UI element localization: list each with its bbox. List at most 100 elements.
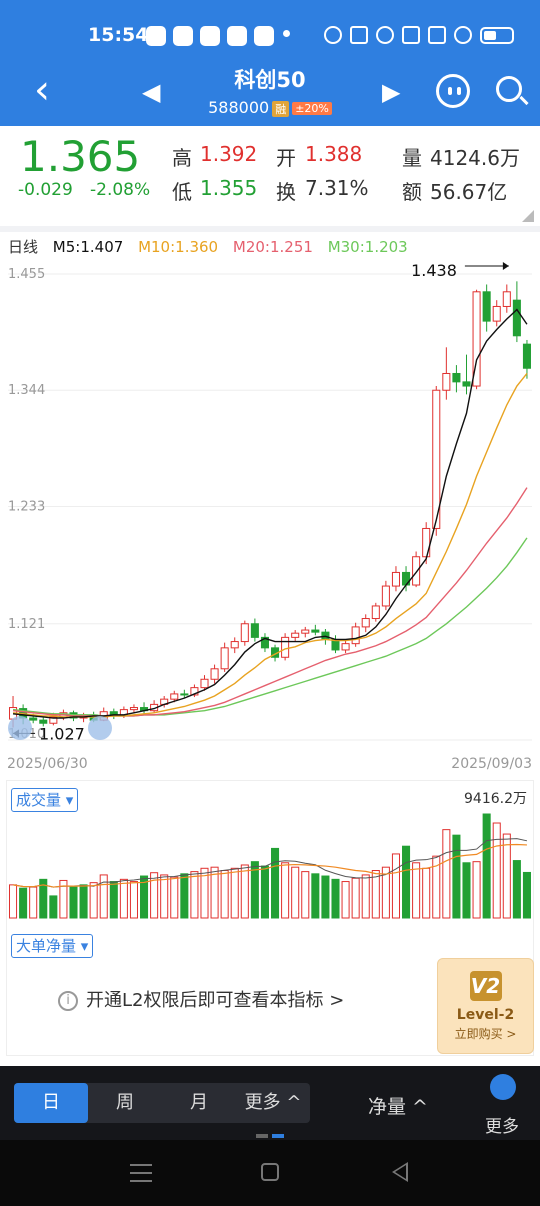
volume-bar-up — [281, 862, 290, 919]
tab-week[interactable]: 周 — [88, 1083, 162, 1123]
volume-bar-down — [402, 845, 411, 919]
level2-buy-link[interactable]: 立即购买 > — [438, 1025, 533, 1042]
turnover-value: 7.31% — [305, 176, 369, 200]
kline-svg[interactable]: 1.4551.3441.2331.1211.0101.4381.027 — [0, 258, 540, 778]
more-menu-button[interactable] — [436, 74, 470, 108]
open-label: 开 — [276, 146, 296, 170]
y-tick-label: 1.455 — [8, 267, 45, 282]
volume-bar-up — [442, 829, 451, 919]
volume-bar-down — [69, 886, 78, 919]
l2-notice[interactable]: i 开通L2权限后即可查看本指标 > — [58, 986, 344, 1012]
volume-bar-up — [99, 874, 108, 919]
volume-bar-up — [220, 870, 229, 919]
candle-down — [402, 571, 411, 586]
system-icons — [324, 26, 514, 44]
y-tick-label: 1.344 — [8, 383, 45, 398]
volume-bar-down — [462, 862, 471, 919]
candle-down — [522, 343, 531, 369]
amount-value: 56.67亿 — [430, 180, 508, 204]
more-button[interactable]: 更多 — [485, 1112, 519, 1137]
candle-down — [39, 719, 48, 724]
title-bar: ‹ ◀ 科创50 588000 融 ±20% ▶ — [0, 60, 540, 126]
volume-bar-down — [331, 878, 340, 919]
high-arrow-head — [502, 262, 509, 270]
ma10-label: M10:1.360 — [138, 238, 219, 256]
volume-bar-up — [119, 878, 128, 919]
volume-bar-down — [19, 887, 28, 919]
bottom-toolbar: 日 周 月 更多 ^ 净量 ^ 更多 — [0, 1066, 540, 1140]
volume-bar-up — [89, 882, 98, 919]
volume-bar-down — [180, 873, 189, 919]
ma-legend[interactable]: 日线 M5:1.407 M10:1.360 M20:1.251 M30:1.20… — [8, 236, 418, 257]
alarm-icon — [324, 26, 342, 44]
margin-tag: 融 — [272, 100, 290, 117]
quote-panel[interactable]: 1.365 -0.029 -2.08% 高 1.392 低 1.355 开 1.… — [0, 126, 540, 226]
candle-down — [311, 629, 320, 633]
volume-max-label: 9416.2万 — [464, 791, 527, 807]
candle-down — [250, 623, 259, 638]
volume-bar-up — [170, 876, 179, 919]
volume-bar-up — [291, 866, 300, 919]
scroll-right-handle — [88, 716, 112, 740]
wechat-icon — [227, 26, 247, 46]
candle-down — [29, 717, 38, 721]
status-time: 15:54 — [88, 24, 149, 46]
search-button[interactable] — [496, 76, 522, 102]
volume-value: 4124.6万 — [430, 146, 520, 170]
volume-bar-up — [9, 884, 18, 919]
section-divider — [0, 226, 540, 232]
candle-down — [462, 381, 471, 387]
period-label: 日线 — [8, 238, 39, 256]
candle-up — [502, 291, 511, 307]
candle-up — [291, 632, 300, 638]
volume-indicator-button[interactable]: 成交量 ▾ — [11, 788, 79, 812]
volume-bar-down — [321, 875, 330, 919]
volume-bar-up — [351, 877, 360, 919]
candle-up — [341, 643, 350, 651]
level2-purchase-badge[interactable]: V2 Level-2 立即购买 > — [437, 958, 534, 1054]
high-value: 1.392 — [200, 142, 258, 166]
home-icon[interactable] — [261, 1163, 279, 1181]
volume-bar-up — [361, 874, 370, 919]
volume-bar-down — [271, 847, 280, 919]
netvol-button[interactable]: 净量 ^ — [368, 1092, 428, 1119]
volume-bar-up — [391, 853, 400, 919]
limit-tag: ±20% — [292, 102, 332, 115]
v2-logo-icon: V2 — [469, 971, 502, 1001]
tab-more[interactable]: 更多 ^ — [236, 1083, 310, 1123]
kline-chart[interactable]: 1.4551.3441.2331.1211.0101.4381.027 — [0, 258, 540, 778]
volume-chart[interactable] — [0, 812, 540, 920]
start-date-label: 2025/06/30 — [7, 756, 88, 772]
hd-icon — [402, 26, 420, 44]
candle-up — [391, 571, 400, 587]
volume-bar-up — [412, 862, 421, 919]
amount-label: 额 — [402, 180, 422, 204]
page-dot-active — [272, 1134, 284, 1138]
candle-down — [452, 372, 461, 383]
candle-up — [210, 668, 219, 680]
more-icon[interactable] — [490, 1074, 516, 1100]
volume-svg[interactable] — [0, 812, 540, 920]
level2-title: Level-2 — [456, 1007, 515, 1023]
volume-bar-down — [452, 834, 461, 919]
volume-bar-up — [240, 864, 249, 919]
candle-up — [412, 556, 421, 586]
dadan-indicator-button[interactable]: 大单净量 ▾ — [11, 934, 94, 958]
back-nav-icon[interactable] — [392, 1162, 408, 1182]
candle-up — [220, 647, 229, 670]
tab-month[interactable]: 月 — [162, 1083, 236, 1123]
recent-apps-icon[interactable] — [130, 1164, 152, 1182]
price-change: -0.029 — [18, 180, 73, 200]
candle-up — [301, 629, 310, 634]
volume-bar-up — [492, 822, 501, 919]
last-price: 1.365 — [20, 132, 141, 181]
scroll-left-handle — [8, 716, 32, 740]
y-tick-label: 1.121 — [8, 617, 45, 632]
expand-corner-icon[interactable] — [522, 210, 534, 222]
candle-up — [170, 693, 179, 700]
candle-up — [281, 636, 290, 658]
info-icon: i — [58, 991, 78, 1011]
volume-bar-up — [502, 833, 511, 919]
next-stock-button[interactable]: ▶ — [382, 78, 400, 106]
tab-day[interactable]: 日 — [14, 1083, 88, 1123]
